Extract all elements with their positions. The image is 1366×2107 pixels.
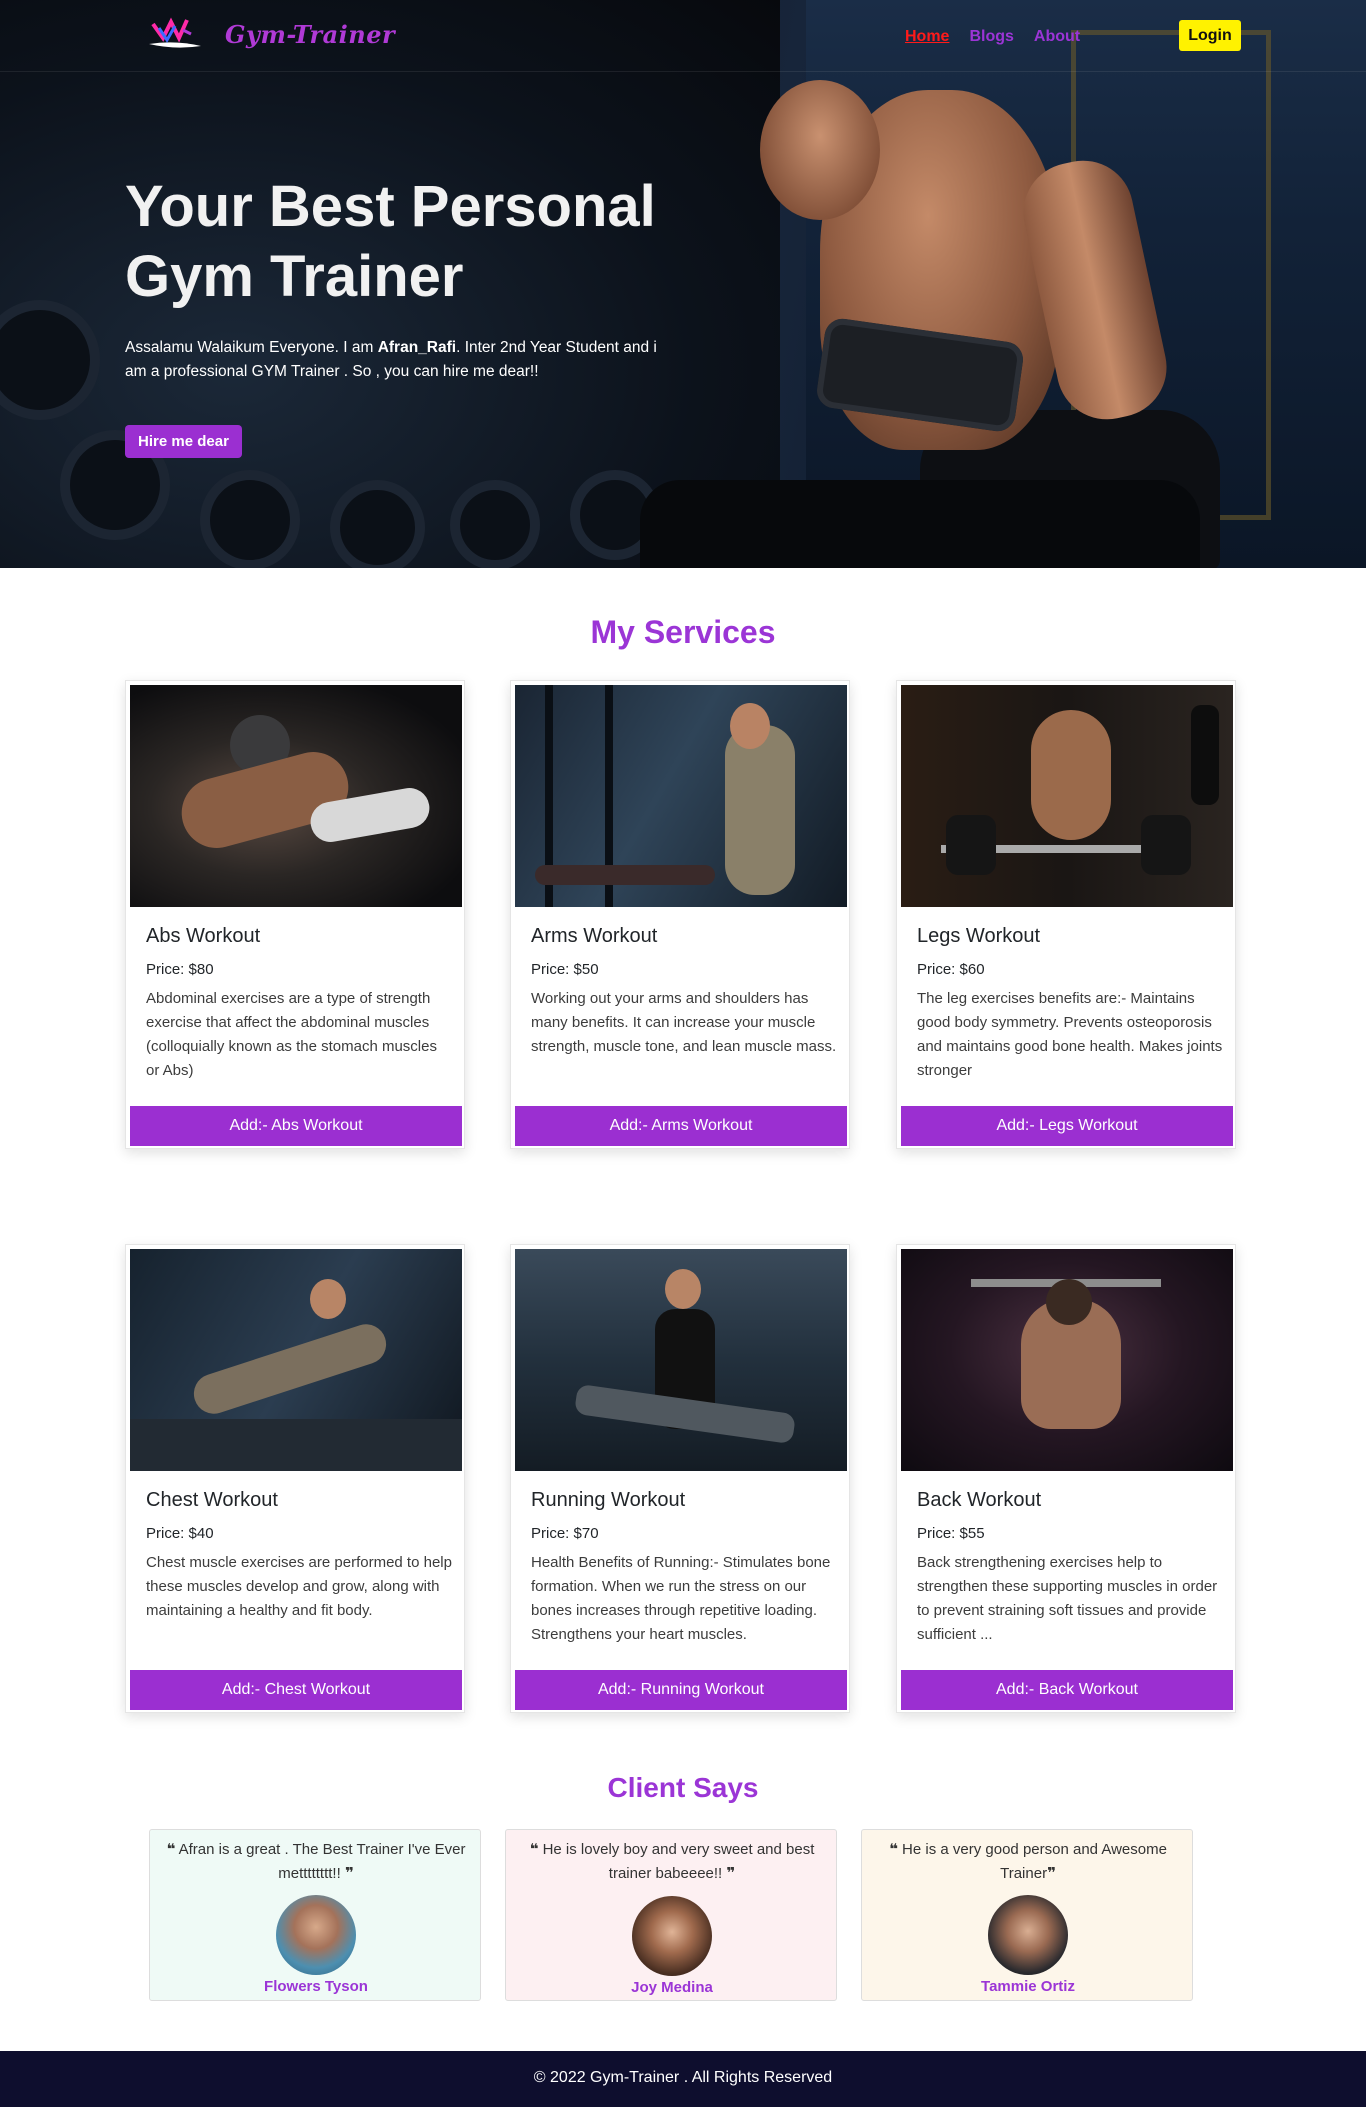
nav-link-home[interactable]: Home — [905, 28, 949, 46]
add-legs-workout-button[interactable]: Add:- Legs Workout — [901, 1106, 1233, 1146]
avatar — [632, 1896, 712, 1976]
hero-title: Your Best Personal Gym Trainer — [125, 174, 656, 309]
nav-link-blogs[interactable]: Blogs — [969, 28, 1013, 46]
service-card-back: Back Workout Price: $55 Back strengtheni… — [896, 1244, 1236, 1713]
testimonial-text: Afran is a great . The Best Trainer I've… — [178, 1841, 466, 1882]
service-description: The leg exercises benefits are:- Maintai… — [917, 990, 1223, 1079]
hero-bench — [640, 480, 1200, 568]
service-name: Legs Workout — [917, 925, 1041, 947]
add-arms-workout-button[interactable]: Add:- Arms Workout — [515, 1106, 847, 1146]
service-price: Price: $50 — [531, 961, 599, 978]
quote-open-icon: ❝ — [166, 1841, 176, 1858]
quote-close-icon: ❞ — [726, 1865, 736, 1882]
service-price: Price: $70 — [531, 1525, 599, 1542]
service-image-abs — [130, 685, 462, 907]
services-title: My Services — [590, 614, 776, 650]
navbar: Gym-Trainer Home Blogs About Login — [0, 0, 1366, 72]
quote-open-icon: ❝ — [889, 1841, 898, 1858]
service-price: Price: $60 — [917, 961, 985, 978]
service-card-running: Running Workout Price: $70 Health Benefi… — [510, 1244, 850, 1713]
add-running-workout-button[interactable]: Add:- Running Workout — [515, 1670, 847, 1710]
service-name: Back Workout — [917, 1489, 1042, 1511]
quote-close-icon: ❞ — [344, 1865, 354, 1882]
clients-title: Client Says — [607, 1772, 759, 1803]
service-description: Chest muscle exercises are performed to … — [146, 1554, 452, 1619]
service-name: Chest Workout — [146, 1489, 278, 1511]
service-card-abs: Abs Workout Price: $80 Abdominal exercis… — [125, 680, 465, 1149]
hero-description: Assalamu Walaikum Everyone. I am Afran_R… — [125, 336, 670, 384]
service-name: Running Workout — [531, 1489, 686, 1511]
service-description: Working out your arms and shoulders has … — [531, 990, 837, 1055]
testimonial-quote: ❝ He is a very good person and Awesome T… — [870, 1838, 1186, 1886]
service-card-chest: Chest Workout Price: $40 Chest muscle ex… — [125, 1244, 465, 1713]
service-image-back — [901, 1249, 1233, 1471]
testimonial-quote: ❝ He is lovely boy and very sweet and be… — [514, 1838, 830, 1886]
testimonial-text: He is lovely boy and very sweet and best… — [542, 1841, 815, 1882]
service-card-arms: Arms Workout Price: $50 Working out your… — [510, 680, 850, 1149]
login-button[interactable]: Login — [1179, 20, 1241, 51]
service-image-legs — [901, 685, 1233, 907]
client-name: Flowers Tyson — [264, 1978, 368, 1995]
hero-bg-weight — [200, 470, 300, 568]
service-description: Abdominal exercises are a type of streng… — [146, 990, 437, 1079]
service-image-arms — [515, 685, 847, 907]
nav-link-about[interactable]: About — [1034, 28, 1080, 46]
avatar — [988, 1895, 1068, 1975]
service-name: Arms Workout — [531, 925, 658, 947]
client-name: Joy Medina — [631, 1979, 713, 1996]
service-price: Price: $55 — [917, 1525, 985, 1542]
hero-bg-weight — [450, 480, 540, 568]
hero-desc-prefix: Assalamu Walaikum Everyone. I am — [125, 339, 378, 356]
service-price: Price: $40 — [146, 1525, 214, 1542]
hero-banner: Gym-Trainer Home Blogs About Login Your … — [0, 0, 1366, 568]
testimonial-card: ❝ He is lovely boy and very sweet and be… — [505, 1829, 837, 2001]
add-chest-workout-button[interactable]: Add:- Chest Workout — [130, 1670, 462, 1710]
service-name: Abs Workout — [146, 925, 261, 947]
add-abs-workout-button[interactable]: Add:- Abs Workout — [130, 1106, 462, 1146]
service-card-legs: Legs Workout Price: $60 The leg exercise… — [896, 680, 1236, 1149]
service-image-running — [515, 1249, 847, 1471]
service-price: Price: $80 — [146, 961, 214, 978]
add-back-workout-button[interactable]: Add:- Back Workout — [901, 1670, 1233, 1710]
client-name: Tammie Ortiz — [981, 1978, 1075, 1995]
service-description: Health Benefits of Running:- Stimulates … — [531, 1554, 831, 1643]
testimonial-quote: ❝ Afran is a great . The Best Trainer I'… — [158, 1838, 474, 1886]
hero-desc-name: Afran_Rafi — [377, 339, 457, 356]
footer-copyright: © 2022 Gym-Trainer . All Rights Reserved — [533, 2069, 833, 2086]
footer: © 2022 Gym-Trainer . All Rights Reserved — [0, 2051, 1366, 2107]
hero-bg-weight — [330, 480, 425, 568]
hero-trainer-head — [760, 80, 880, 220]
nav-links: Home Blogs About — [905, 28, 1080, 46]
quote-close-icon: ❞ — [1047, 1865, 1056, 1882]
quote-open-icon: ❝ — [529, 1841, 539, 1858]
testimonial-text: He is a very good person and Awesome Tra… — [902, 1841, 1167, 1882]
avatar — [276, 1895, 356, 1975]
service-description: Back strengthening exercises help to str… — [917, 1554, 1218, 1643]
service-image-chest — [130, 1249, 462, 1471]
testimonial-card: ❝ He is a very good person and Awesome T… — [861, 1829, 1193, 2001]
logo-icon[interactable] — [145, 14, 205, 54]
testimonial-card: ❝ Afran is a great . The Best Trainer I'… — [149, 1829, 481, 2001]
hire-me-button[interactable]: Hire me dear — [125, 425, 242, 458]
brand-name[interactable]: Gym-Trainer — [225, 20, 395, 49]
